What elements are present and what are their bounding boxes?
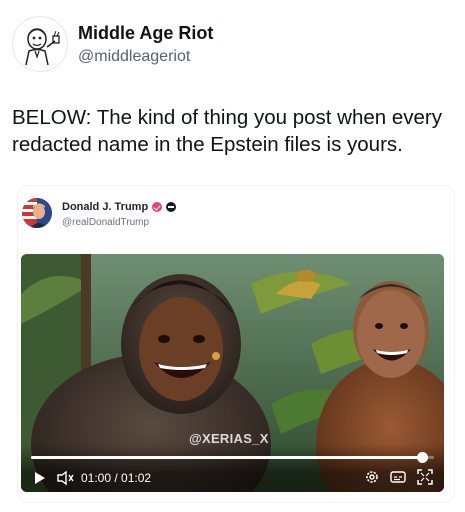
embedded-post-header: Donald J. Trump @realDonaldTrump xyxy=(22,195,442,231)
volume-icon[interactable] xyxy=(57,470,75,486)
author-avatar[interactable] xyxy=(12,16,68,72)
fullscreen-icon[interactable] xyxy=(417,469,433,485)
video-player[interactable]: @XERIAS_X 01:00 / 01:02 xyxy=(21,254,444,492)
captions-icon[interactable] xyxy=(390,469,406,485)
video-time: 01:00 / 01:02 xyxy=(81,471,152,485)
video-scrubber-handle[interactable] xyxy=(416,452,428,463)
author-display-name[interactable]: Middle Age Riot xyxy=(78,22,213,44)
settings-icon[interactable] xyxy=(364,469,380,485)
profile-photo-icon xyxy=(22,198,52,228)
tweet-text: BELOW: The kind of thing you post when e… xyxy=(12,106,442,156)
embedded-post-card[interactable]: Donald J. Trump @realDonaldTrump @XERIAS… xyxy=(18,186,454,502)
author-handle[interactable]: @middleageriot xyxy=(78,46,213,68)
tweet-header: Middle Age Riot @middleageriot xyxy=(10,14,450,74)
video-progress-bar[interactable] xyxy=(31,452,434,463)
video-progress-fill xyxy=(31,456,422,459)
embedded-handle[interactable]: @realDonaldTrump xyxy=(62,217,149,228)
affiliate-badge-icon xyxy=(166,202,177,212)
play-icon[interactable] xyxy=(33,471,47,485)
video-controls: 01:00 / 01:02 xyxy=(21,444,444,492)
riot-logo-icon xyxy=(13,17,67,71)
embedded-display-name[interactable]: Donald J. Trump xyxy=(62,201,148,213)
embedded-display-name-row: Donald J. Trump xyxy=(62,201,177,213)
verified-badge-icon xyxy=(152,202,163,212)
embedded-avatar[interactable] xyxy=(22,198,52,228)
